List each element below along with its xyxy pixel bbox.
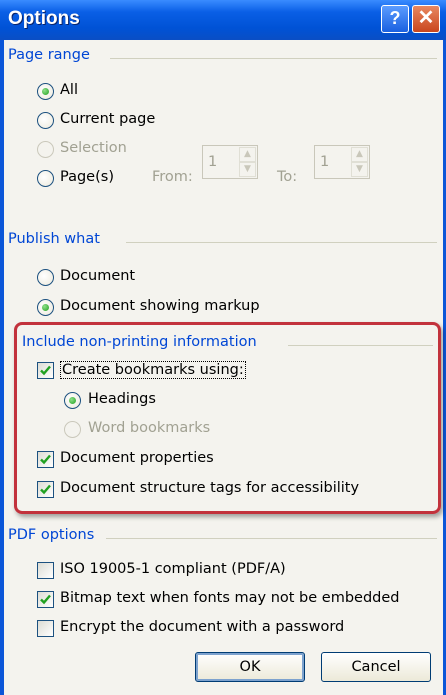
page-range-header: Page range: [8, 47, 90, 63]
publish-what-divider: [126, 242, 437, 243]
options-dialog: Options ? ✕ Page range All Current page …: [0, 0, 446, 695]
to-increment-button: ▲: [351, 147, 368, 162]
dialog-title: Options: [8, 8, 80, 29]
title-bar[interactable]: Options ? ✕: [0, 0, 446, 40]
from-spinner: 1 ▲ ▼: [202, 145, 258, 179]
help-button[interactable]: ?: [381, 5, 409, 33]
highlight-box: [14, 322, 441, 514]
caret-down-icon: ▼: [244, 164, 251, 174]
radio-current-page-button[interactable]: [37, 112, 54, 129]
checkbox-iso-box[interactable]: [37, 562, 54, 579]
pdf-options-header: PDF options: [8, 527, 95, 543]
checkbox-encrypt-label: Encrypt the document with a password: [60, 619, 345, 635]
checkbox-encrypt-box[interactable]: [37, 620, 54, 637]
to-spinner: 1 ▲ ▼: [314, 145, 370, 179]
selected-dot-icon: [42, 304, 49, 311]
close-icon: ✕: [417, 7, 435, 29]
from-value: 1: [208, 154, 218, 170]
radio-all-label: All: [60, 82, 78, 98]
close-button[interactable]: ✕: [412, 5, 440, 33]
radio-pages-button[interactable]: [37, 170, 54, 187]
radio-pages-label: Page(s): [60, 169, 114, 185]
page-range-divider: [110, 58, 437, 59]
selected-dot-icon: [42, 88, 49, 95]
to-label: To:: [277, 169, 298, 185]
to-spinner-buttons: ▲ ▼: [351, 147, 368, 177]
from-increment-button: ▲: [239, 147, 256, 162]
caret-down-icon: ▼: [356, 164, 363, 174]
to-value: 1: [320, 154, 330, 170]
radio-selection-label: Selection: [60, 140, 127, 156]
cancel-button[interactable]: Cancel: [321, 652, 431, 682]
checkbox-bitmap-text-label: Bitmap text when fonts may not be embedd…: [60, 590, 400, 606]
ok-button[interactable]: OK: [195, 652, 305, 682]
radio-document-markup-button[interactable]: [37, 299, 54, 316]
help-icon: ?: [389, 8, 401, 28]
radio-document-button[interactable]: [37, 269, 54, 286]
radio-document-markup-label: Document showing markup: [60, 298, 260, 314]
caret-up-icon: ▲: [356, 149, 363, 159]
checkbox-bitmap-text-box[interactable]: [37, 591, 54, 608]
from-spinner-buttons: ▲ ▼: [239, 147, 256, 177]
pdf-options-divider: [106, 538, 437, 539]
radio-all-button[interactable]: [37, 83, 54, 100]
from-label: From:: [152, 169, 193, 185]
checkmark-icon: [40, 594, 51, 605]
radio-selection-button: [37, 141, 54, 158]
publish-what-header: Publish what: [8, 231, 100, 247]
caret-up-icon: ▲: [244, 149, 251, 159]
to-decrement-button: ▼: [351, 162, 368, 177]
radio-document-label: Document: [60, 268, 136, 284]
radio-current-page-label: Current page: [60, 111, 156, 127]
checkbox-iso-label: ISO 19005-1 compliant (PDF/A): [60, 561, 286, 577]
from-decrement-button: ▼: [239, 162, 256, 177]
